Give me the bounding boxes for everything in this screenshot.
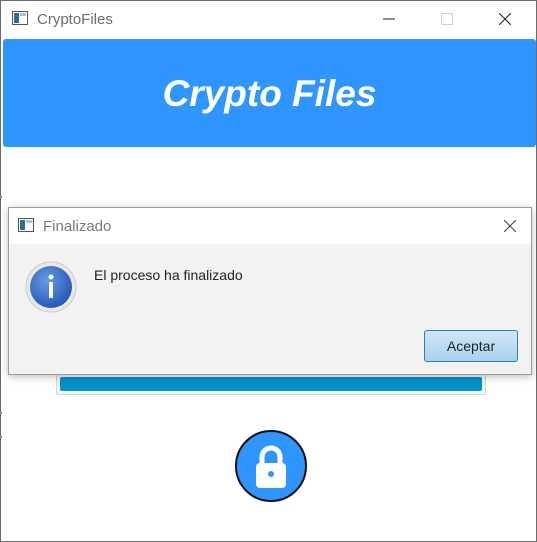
banner-title: Crypto Files <box>162 73 377 114</box>
dialog-title: Finalizado <box>43 218 112 235</box>
edge-mark <box>0 196 2 198</box>
progress-fill <box>60 377 482 391</box>
app-window-icon <box>18 218 34 232</box>
dialog-close-button[interactable] <box>489 208 531 244</box>
accept-button[interactable]: Aceptar <box>424 330 518 362</box>
app-window-icon <box>12 11 28 25</box>
maximize-icon <box>441 13 453 25</box>
progress-bar <box>56 373 486 395</box>
minimize-button[interactable] <box>366 1 412 37</box>
lock-icon <box>256 445 286 488</box>
title-bar[interactable]: CryptoFiles <box>1 1 536 37</box>
edge-mark <box>0 412 2 414</box>
close-icon <box>499 13 511 25</box>
finished-dialog: Finalizado El proceso ha finalizado Acep… <box>8 207 532 375</box>
close-icon <box>504 220 516 232</box>
dialog-message: El proceso ha finalizado <box>94 267 243 283</box>
maximize-button[interactable] <box>424 1 470 37</box>
lock-button[interactable] <box>235 430 307 502</box>
minimize-icon <box>383 18 395 20</box>
header-banner: Crypto Files <box>3 39 536 147</box>
dialog-title-bar[interactable]: Finalizado <box>9 208 531 244</box>
edge-mark <box>0 436 2 438</box>
window-title: CryptoFiles <box>37 11 113 28</box>
close-button[interactable] <box>482 1 528 37</box>
info-icon <box>25 261 77 313</box>
